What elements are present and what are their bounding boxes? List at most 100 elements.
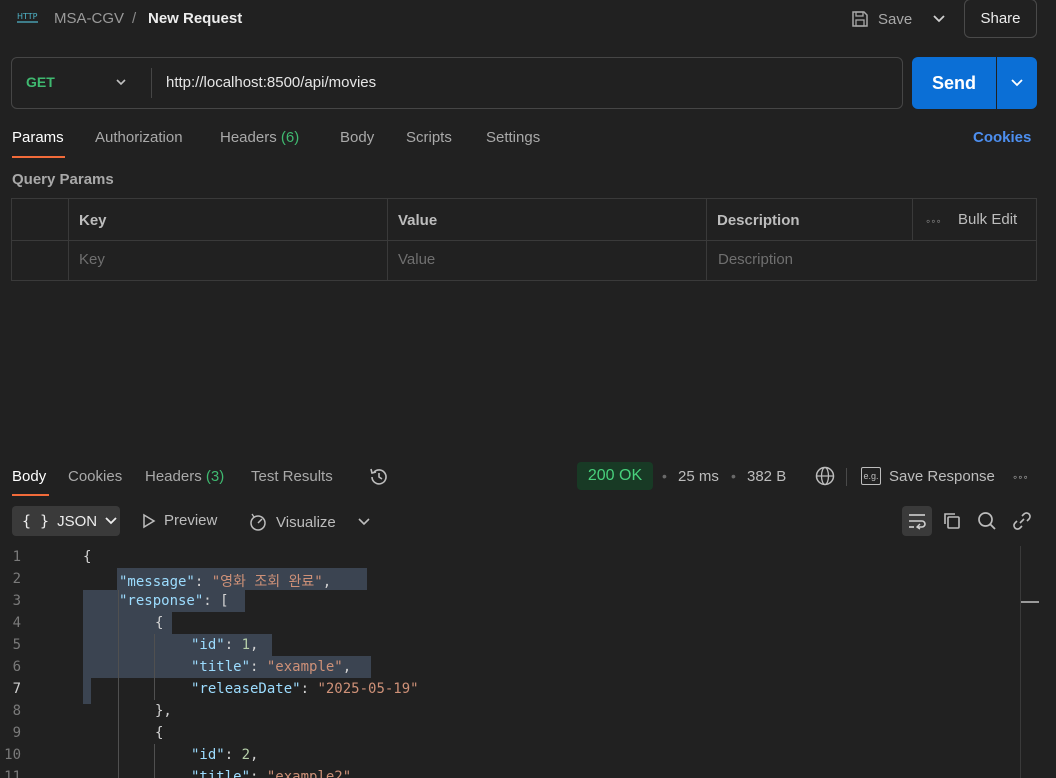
code-line: 3 "response": [ [0,590,1020,612]
json-string: "example2" [266,769,352,778]
line-number: 7 [12,681,21,697]
search-button[interactable] [972,506,1002,536]
breadcrumb-separator: / [132,10,137,27]
tab-authorization[interactable]: Authorization [95,129,183,146]
more-options-icon[interactable]: ◦◦◦ [1013,470,1029,484]
example-icon: e.g. [861,467,881,485]
visualize-icon [250,513,266,531]
chevron-down-icon [1011,79,1023,87]
save-options-button[interactable] [928,8,950,30]
param-value-input[interactable]: Value [398,251,435,268]
status-badge[interactable]: 200 OK [577,462,653,490]
json-key: "title" [191,659,251,675]
line-number: 1 [12,549,21,565]
line-number: 11 [4,769,21,778]
url-input[interactable]: http://localhost:8500/api/movies [166,74,376,91]
json-number: 2 [241,747,251,763]
request-header: HTTP MSA-CGV / New Request Save Share [0,0,1056,40]
line-number: 6 [12,659,21,675]
json-punct: [ [220,593,229,609]
format-select[interactable]: { } JSON [12,506,120,536]
line-number: 9 [12,725,21,741]
response-time[interactable]: 25 ms [678,468,719,485]
code-text: }, [155,703,172,719]
divider [706,199,707,280]
divider [68,199,69,280]
code-line: 7 "releaseDate": "2025-05-19" [0,678,1020,700]
code-text: "title": "example2", [191,769,360,778]
link-button[interactable] [1007,506,1037,536]
chevron-down-icon[interactable] [114,75,128,89]
param-key-input[interactable]: Key [79,251,105,268]
cookies-link[interactable]: Cookies [973,129,1031,146]
param-description-input[interactable]: Description [718,251,793,268]
save-button[interactable]: Save [850,6,912,32]
response-tab-headers[interactable]: Headers (3) [145,468,224,485]
wrap-lines-icon [909,514,926,530]
editor-scrollbar[interactable] [1020,546,1021,778]
code-line: 6 "title": "example", [0,656,1020,678]
response-tab-body[interactable]: Body [12,468,46,485]
preview-button[interactable]: Preview [142,512,217,529]
copy-icon [944,513,960,529]
visualize-button[interactable]: Visualize [248,512,336,532]
divider [912,199,913,240]
tab-body[interactable]: Body [340,129,374,146]
tab-settings[interactable]: Settings [486,129,540,146]
history-icon[interactable] [368,466,390,488]
play-icon [143,513,156,528]
divider [151,68,152,98]
line-number: 10 [4,747,21,763]
line-number: 3 [12,593,21,609]
globe-icon[interactable] [815,466,835,486]
more-options-icon[interactable]: ◦◦◦ [926,214,942,228]
tab-scripts[interactable]: Scripts [406,129,452,146]
code-line: 9 { [0,722,1020,744]
tab-params[interactable]: Params [12,129,64,146]
wrap-lines-button[interactable] [902,506,932,536]
send-options-button[interactable] [997,57,1037,109]
save-label: Save [878,10,913,28]
code-text: "message": "영화 조회 완료", [119,574,332,590]
response-body-editor[interactable]: 1 { 2 "message": "영화 조회 완료", 3 "response… [0,546,1020,778]
json-number: 1 [241,637,251,653]
method-select[interactable]: GET [26,74,55,90]
format-label: JSON [57,512,98,530]
chevron-down-icon[interactable] [357,514,371,528]
line-number: 2 [12,571,21,587]
line-number: 5 [12,637,21,653]
scroll-thumb[interactable] [1021,601,1039,603]
active-tab-indicator [12,156,65,158]
share-button[interactable]: Share [964,0,1037,38]
tab-headers[interactable]: Headers (6) [220,129,299,146]
response-size[interactable]: 382 B [747,468,786,485]
headers-count: (6) [280,129,300,146]
request-title[interactable]: New Request [148,10,242,27]
url-bar: GET http://localhost:8500/api/movies [11,57,903,109]
braces-icon: { } [22,512,50,530]
divider [846,468,847,486]
column-header-key: Key [79,212,107,229]
response-tab-cookies[interactable]: Cookies [68,468,122,485]
line-number: 8 [12,703,21,719]
response-headers-count: (3) [205,468,225,485]
response-tabs: Body Cookies Headers (3) Test Results 20… [0,460,1056,496]
code-text: "id": 1, [191,637,259,653]
bulk-edit-button[interactable]: Bulk Edit [958,211,1017,228]
response-tab-headers-label: Headers [145,468,202,485]
response-tab-test-results[interactable]: Test Results [251,468,333,485]
code-line: 4 { [0,612,1020,634]
send-button[interactable]: Send [912,57,996,109]
save-response-button[interactable]: Save Response [889,468,995,485]
search-icon [978,512,996,530]
breadcrumb-collection[interactable]: MSA-CGV [54,10,124,27]
code-text: "id": 2, [191,747,259,763]
column-header-description: Description [717,212,800,229]
request-tabs: Params Authorization Headers (6) Body Sc… [0,126,1056,160]
query-params-table: Key Value Description ◦◦◦ Bulk Edit Key … [11,198,1037,281]
json-string: "example" [266,659,343,675]
code-text: "response": [ [119,593,229,609]
copy-button[interactable] [937,506,967,536]
http-request-icon: HTTP [17,12,38,23]
save-icon [852,11,868,27]
